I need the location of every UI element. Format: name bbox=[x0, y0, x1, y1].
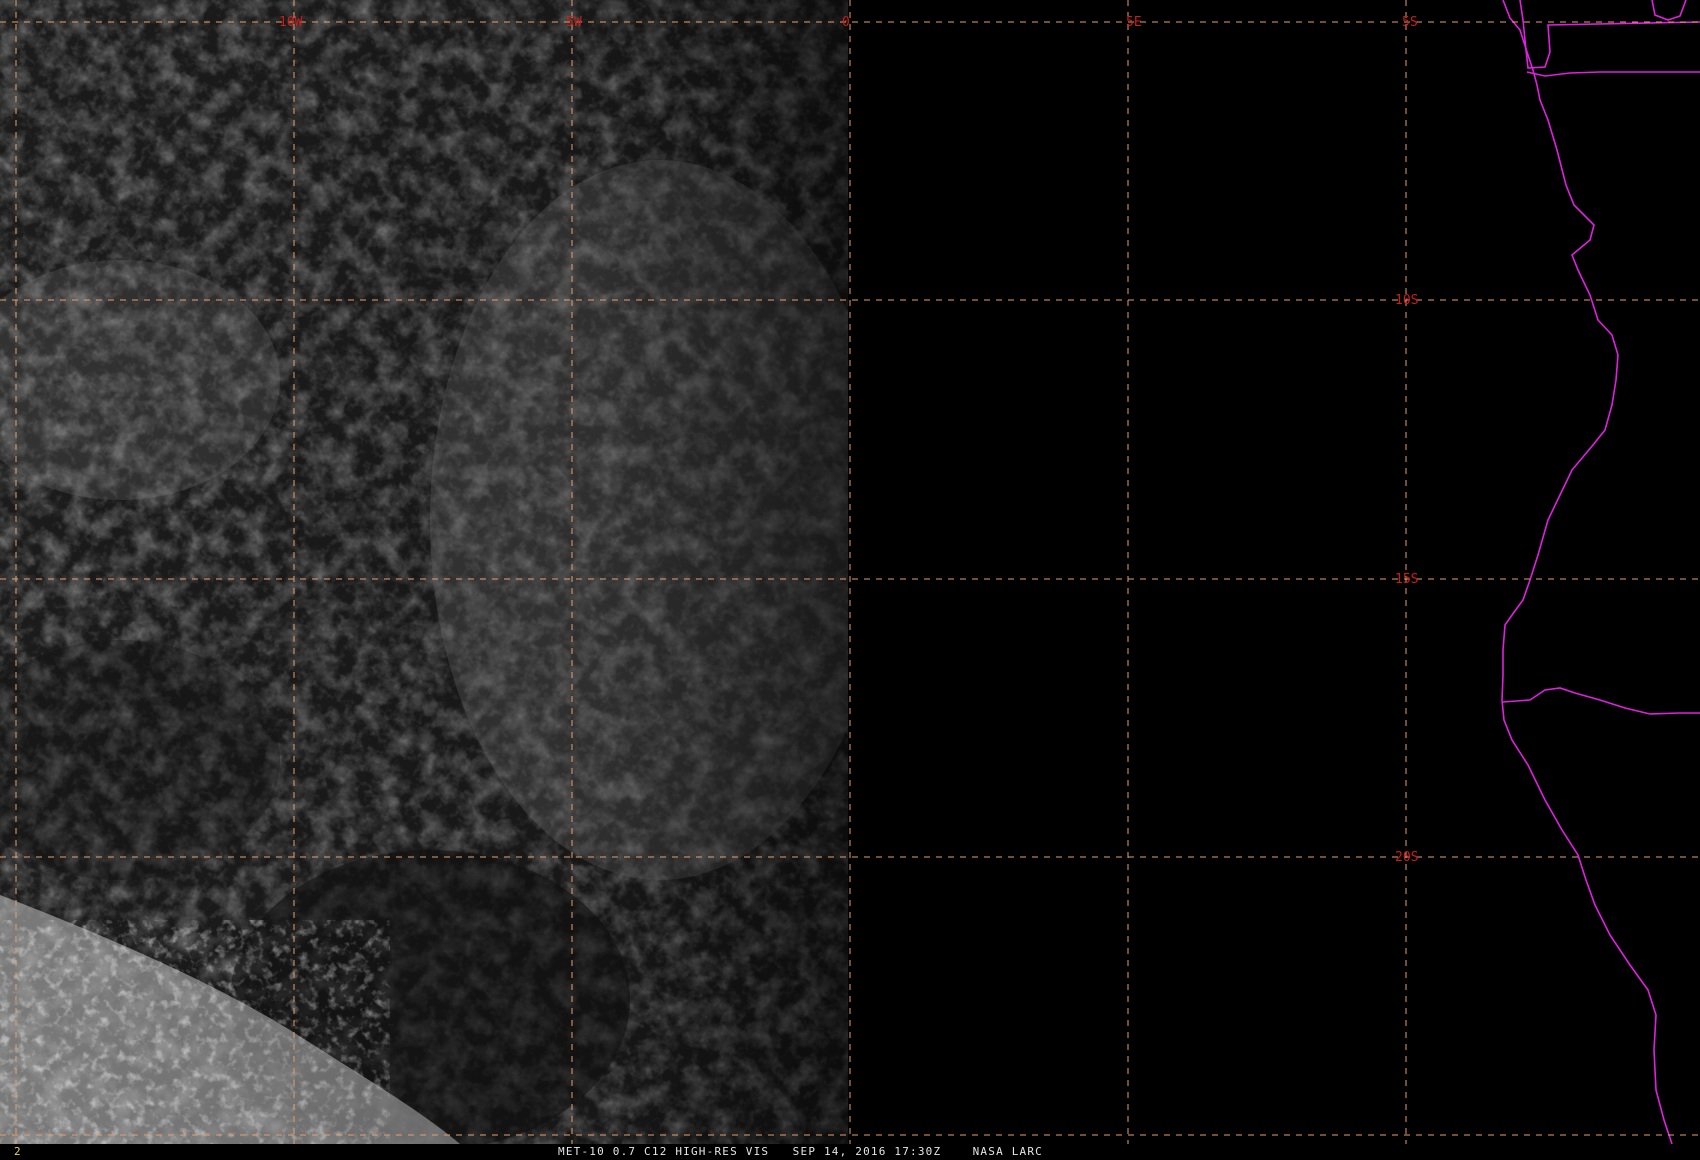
lon-label-0: 0 bbox=[842, 15, 850, 30]
frame-number: 2 bbox=[14, 1145, 22, 1158]
image-caption: MET-10 0.7 C12 HIGH-RES VIS SEP 14, 2016… bbox=[558, 1145, 1043, 1158]
africa-coastline bbox=[1501, 0, 1673, 1145]
lon-label-5w: 5W bbox=[566, 15, 582, 30]
satellite-image-map: 10W 5W 0 5E 5S 10S 15S 20S bbox=[0, 0, 1700, 1145]
lat-label-15s: 15S bbox=[1395, 572, 1418, 587]
lat-label-10s: 10S bbox=[1395, 293, 1418, 308]
lat-label-20s: 20S bbox=[1395, 850, 1418, 865]
satellite-image-viewer: 10W 5W 0 5E 5S 10S 15S 20S 2 MET-10 0.7 … bbox=[0, 0, 1700, 1160]
congo-border bbox=[1526, 71, 1700, 77]
lat-label-5s: 5S bbox=[1402, 15, 1418, 30]
northeast-border-segment bbox=[1651, 0, 1687, 21]
cabinda-border bbox=[1519, 0, 1700, 69]
lon-label-5e: 5E bbox=[1126, 15, 1142, 30]
coastline-overlay bbox=[1501, 0, 1700, 1145]
lon-label-10w: 10W bbox=[279, 15, 303, 30]
angola-namibia-border bbox=[1502, 687, 1700, 715]
cloud-field bbox=[0, 0, 848, 1144]
